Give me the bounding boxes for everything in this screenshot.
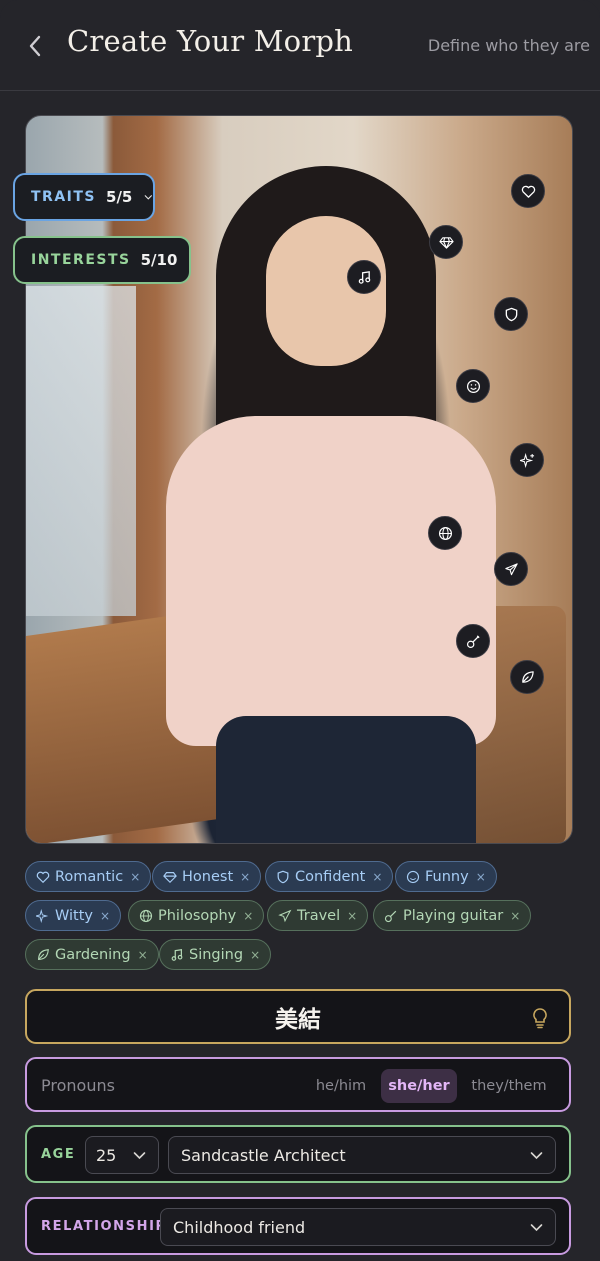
- age-select[interactable]: 25: [85, 1136, 159, 1174]
- name-field[interactable]: 美結: [25, 989, 571, 1044]
- plane-icon[interactable]: [494, 552, 528, 586]
- traits-count: 5/5: [106, 188, 133, 206]
- chip-remove-button[interactable]: ×: [243, 909, 253, 923]
- morph-creator-screen: Create Your Morph Define who they are TR…: [0, 0, 600, 1261]
- page-subtitle: Define who they are: [427, 36, 590, 55]
- chip-remove-button[interactable]: ×: [240, 870, 250, 884]
- chip-label: Confident: [295, 868, 366, 885]
- interests-selector[interactable]: INTERESTS 5/10: [13, 236, 191, 284]
- chip-label: Philosophy: [158, 907, 237, 924]
- photo-window: [26, 286, 136, 616]
- relationship-select[interactable]: Childhood friend: [160, 1208, 556, 1246]
- guitar-icon[interactable]: [456, 624, 490, 658]
- character-photo: [25, 115, 573, 844]
- leaf-icon: [38, 948, 49, 960]
- globe-icon: [139, 909, 153, 922]
- occupation-select[interactable]: Sandcastle Architect: [168, 1136, 556, 1174]
- chip-remove-button[interactable]: ×: [347, 909, 357, 923]
- chevron-down-icon: [530, 1152, 543, 1160]
- age-value: 25: [96, 1145, 117, 1165]
- photo-blouse: [166, 416, 496, 746]
- relationship-field: RELATIONSHIP Childhood friend: [25, 1197, 571, 1255]
- chevron-left-icon: [29, 35, 41, 57]
- chip-interest[interactable]: Philosophy ×: [128, 900, 265, 931]
- chip-interest[interactable]: Singing ×: [159, 939, 272, 970]
- sparkles-icon[interactable]: [510, 443, 544, 477]
- chevron-down-icon: [530, 1224, 543, 1232]
- chip-remove-button[interactable]: ×: [138, 948, 148, 962]
- age-label: AGE: [41, 1147, 76, 1162]
- gem-icon[interactable]: [429, 225, 463, 259]
- pronouns-label: Pronouns: [41, 1076, 115, 1095]
- smile-icon: [406, 870, 420, 883]
- chip-remove-button[interactable]: ×: [476, 870, 486, 884]
- back-button[interactable]: [22, 30, 48, 62]
- photo-jeans: [216, 716, 476, 843]
- chip-label: Funny: [425, 868, 469, 885]
- chip-label: Honest: [182, 868, 234, 885]
- pronouns-field: Pronouns he/him she/her they/them: [25, 1057, 571, 1112]
- pronoun-option-he-him[interactable]: he/him: [311, 1069, 371, 1103]
- music-icon: [171, 948, 183, 961]
- chip-label: Romantic: [55, 868, 124, 885]
- chip-remove-button[interactable]: ×: [250, 948, 260, 962]
- guitar-icon: [384, 910, 397, 922]
- lightbulb-icon[interactable]: [531, 1007, 549, 1029]
- chip-label: Singing: [189, 946, 244, 963]
- page-title: Create Your Morph: [67, 24, 354, 58]
- chip-trait[interactable]: Honest ×: [152, 861, 262, 892]
- heart-icon[interactable]: [511, 174, 545, 208]
- plane-icon: [278, 909, 292, 922]
- chevron-down-icon: [133, 1152, 146, 1160]
- chip-remove-button[interactable]: ×: [130, 870, 140, 884]
- name-value: 美結: [275, 1006, 321, 1033]
- chip-trait[interactable]: Funny ×: [395, 861, 497, 892]
- chip-trait[interactable]: Confident ×: [265, 861, 394, 892]
- interests-count: 5/10: [140, 251, 178, 269]
- interests-label: INTERESTS: [31, 252, 131, 268]
- chip-remove-button[interactable]: ×: [100, 909, 110, 923]
- sparkles-icon: [36, 908, 49, 923]
- age-occupation-field: AGE 25 Sandcastle Architect: [25, 1125, 571, 1183]
- chip-interest[interactable]: Travel ×: [267, 900, 369, 931]
- relationship-value: Childhood friend: [173, 1217, 306, 1237]
- leaf-icon[interactable]: [510, 660, 544, 694]
- music-icon[interactable]: [347, 260, 381, 294]
- gem-icon: [163, 871, 177, 883]
- chip-interest[interactable]: Playing guitar ×: [373, 900, 532, 931]
- globe-icon[interactable]: [428, 516, 462, 550]
- pronoun-option-she-her[interactable]: she/her: [381, 1069, 457, 1103]
- chip-label: Witty: [55, 907, 93, 924]
- chip-trait[interactable]: Romantic ×: [25, 861, 152, 892]
- header: Create Your Morph Define who they are: [0, 0, 600, 91]
- heart-icon: [36, 871, 50, 883]
- pronoun-option-they-them[interactable]: they/them: [467, 1069, 551, 1103]
- shield-icon[interactable]: [494, 297, 528, 331]
- chip-label: Playing guitar: [403, 907, 504, 924]
- occupation-value: Sandcastle Architect: [181, 1145, 346, 1165]
- traits-label: TRAITS: [31, 189, 97, 205]
- traits-selector[interactable]: TRAITS 5/5: [13, 173, 155, 221]
- chip-interest[interactable]: Gardening ×: [25, 939, 159, 970]
- relationship-label: RELATIONSHIP: [41, 1219, 167, 1234]
- shield-icon: [277, 870, 289, 883]
- chip-trait[interactable]: Witty ×: [25, 900, 122, 931]
- chip-label: Travel: [297, 907, 341, 924]
- chip-remove-button[interactable]: ×: [510, 909, 520, 923]
- chevron-down-icon: [145, 195, 153, 200]
- chip-label: Gardening: [55, 946, 131, 963]
- chip-remove-button[interactable]: ×: [372, 870, 382, 884]
- smile-icon[interactable]: [456, 369, 490, 403]
